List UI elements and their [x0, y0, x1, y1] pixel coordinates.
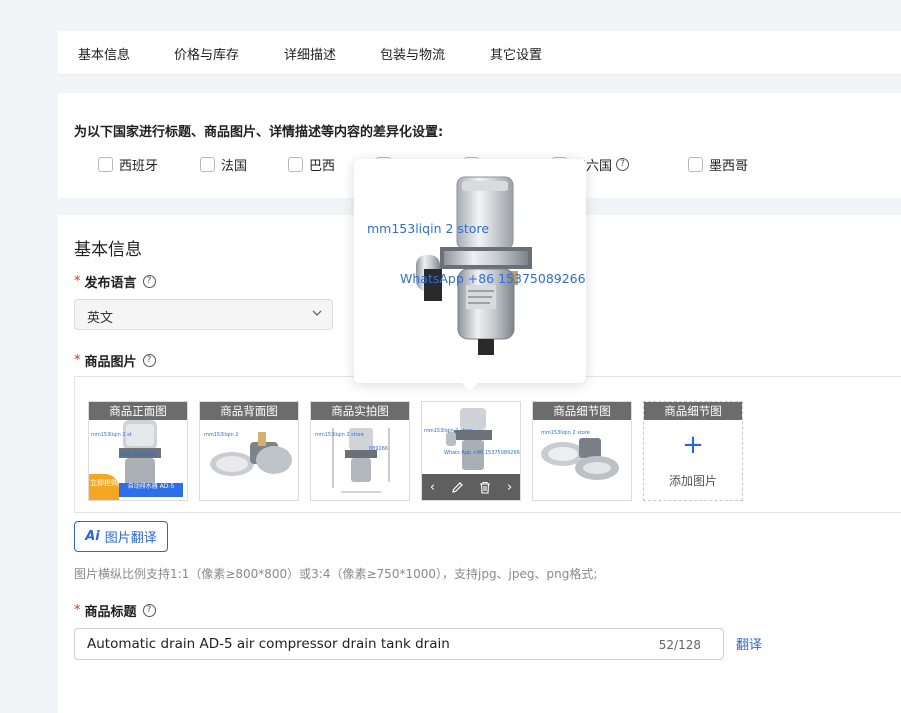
- watermark-text: Whats App +86 15375089266: [444, 450, 520, 456]
- watermark-text: mm153liqin 2 store: [424, 428, 473, 434]
- title-label: * 商品标题 ?: [74, 601, 156, 620]
- promo-text: 自动排水器 AD-5: [119, 483, 183, 497]
- watermark-text: What 6089266: [119, 452, 156, 458]
- tab-basic-info[interactable]: 基本信息: [78, 44, 130, 63]
- tab-price-stock[interactable]: 价格与库存: [174, 44, 239, 63]
- image-preview-popover: mm153liqin 2 store WhatsApp +86 15375089…: [354, 159, 586, 391]
- tab-bar: 基本信息 价格与库存 详细描述 包装与物流 其它设置: [58, 31, 901, 75]
- chevron-right-icon[interactable]: ›: [507, 480, 512, 495]
- checkbox-box[interactable]: [688, 156, 703, 172]
- product-image-front[interactable]: 商品正面图 mm153liqin 2 st What 6089266 立即抢购 …: [88, 401, 188, 501]
- section-title: 基本信息: [74, 240, 142, 260]
- images-label-text: 商品图片: [84, 355, 137, 370]
- image-caption: 商品背面图: [200, 402, 298, 420]
- image-caption: 商品正面图: [89, 402, 187, 420]
- product-image-back[interactable]: 商品背面图 mm153liqin 2: [199, 401, 299, 501]
- chevron-down-icon: [312, 310, 322, 316]
- language-select[interactable]: 英文: [74, 299, 333, 330]
- plus-icon: +: [682, 430, 704, 460]
- image-translate-label: 图片翻译: [104, 531, 157, 546]
- checkbox-box[interactable]: [98, 156, 113, 172]
- tab-detail-description[interactable]: 详细描述: [284, 44, 336, 63]
- country-diff-title: 为以下国家进行标题、商品图片、详情描述等内容的差异化设置:: [74, 125, 444, 140]
- image-caption: 商品实拍图: [311, 402, 409, 420]
- watermark-text: mm153liqin 2 store: [367, 221, 490, 236]
- watermark-text: mm153liqin 2: [204, 432, 239, 438]
- product-image-hovered[interactable]: mm153liqin 2 store Whats App +86 1537508…: [421, 401, 521, 501]
- image-format-hint: 图片横纵比例支持1:1（像素≥800*800）或3:4（像素≥750*1000）…: [74, 567, 598, 581]
- help-icon[interactable]: ?: [142, 275, 156, 288]
- product-title-value: Automatic drain AD-5 air compressor drai…: [87, 636, 450, 652]
- add-image-button[interactable]: 商品细节图 + 添加图片: [643, 401, 743, 501]
- country-label: 法国: [221, 158, 248, 174]
- watermark-text: mm153liqin 2 st: [91, 432, 132, 438]
- help-icon[interactable]: ?: [142, 604, 156, 617]
- tab-packaging-logistics[interactable]: 包装与物流: [380, 44, 445, 63]
- edit-icon[interactable]: [451, 481, 464, 494]
- trash-icon[interactable]: [479, 481, 491, 494]
- country-checkbox-france[interactable]: 法国: [200, 155, 248, 174]
- required-mark: *: [74, 274, 81, 289]
- ai-icon: Ai: [85, 529, 100, 544]
- language-label: * 发布语言 ?: [74, 272, 156, 291]
- country-checkbox-brazil[interactable]: 巴西: [288, 155, 336, 174]
- image-upload-panel: 商品正面图 mm153liqin 2 st What 6089266 立即抢购 …: [74, 376, 901, 513]
- chevron-left-icon[interactable]: ‹: [430, 480, 435, 495]
- country-label: 墨西哥: [709, 158, 749, 174]
- required-mark: *: [74, 353, 81, 368]
- tab-other-settings[interactable]: 其它设置: [490, 44, 542, 63]
- watermark-text: mm153liqin 2 store: [315, 432, 364, 438]
- watermark-text: 089266: [369, 446, 389, 452]
- popover-arrow: [461, 382, 479, 391]
- language-select-value: 英文: [87, 311, 114, 326]
- product-image-actual[interactable]: 商品实拍图 mm153liqin 2 store 089266: [310, 401, 410, 501]
- help-icon[interactable]: ?: [616, 157, 630, 171]
- country-checkbox-mexico[interactable]: 墨西哥: [688, 155, 749, 174]
- required-mark: *: [74, 603, 81, 618]
- checkbox-box[interactable]: [288, 156, 303, 172]
- country-label: 巴西: [309, 158, 336, 174]
- image-action-bar: ‹ ›: [422, 474, 520, 500]
- language-label-text: 发布语言: [84, 276, 137, 291]
- checkbox-box[interactable]: [200, 156, 215, 172]
- promo-banner: 立即抢购 自动排水器 AD-5: [89, 474, 187, 500]
- product-title-input[interactable]: Automatic drain AD-5 air compressor drai…: [74, 628, 724, 660]
- add-image-label: 添加图片: [668, 474, 717, 488]
- help-icon[interactable]: ?: [142, 354, 156, 367]
- title-label-text: 商品标题: [84, 605, 137, 620]
- image-caption: 商品细节图: [644, 402, 742, 420]
- image-translate-button[interactable]: Ai 图片翻译: [74, 521, 168, 552]
- watermark-text: mm153liqin 2 store: [541, 430, 590, 436]
- watermark-text: WhatsApp +86 15375089266: [400, 271, 586, 286]
- country-label: 西班牙: [119, 158, 159, 174]
- image-caption: 商品细节图: [533, 402, 631, 420]
- images-label: * 商品图片 ?: [74, 351, 156, 370]
- title-translate-link[interactable]: 翻译: [736, 634, 762, 653]
- promo-tag: 立即抢购: [89, 474, 119, 500]
- char-count: 52/128: [658, 638, 701, 652]
- country-checkbox-spain[interactable]: 西班牙: [98, 155, 159, 174]
- product-image-detail[interactable]: 商品细节图 mm153liqin 2 store: [532, 401, 632, 501]
